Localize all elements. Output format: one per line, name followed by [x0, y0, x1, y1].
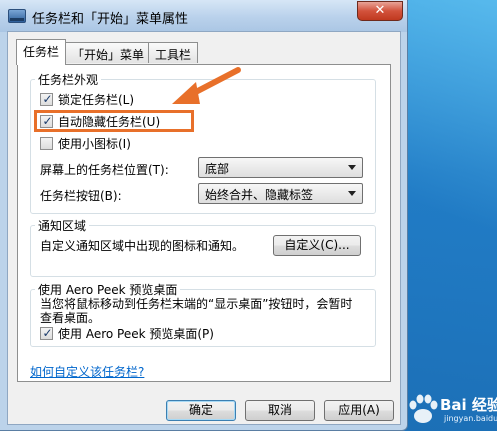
watermark-text: Bai 经验	[440, 396, 497, 414]
baidu-watermark: Bai 经验 jingyan.baidu.com	[404, 385, 497, 431]
watermark-subtext: jingyan.baidu.com	[444, 414, 497, 423]
annotation-arrow-icon	[172, 67, 241, 104]
tab-taskbar[interactable]: 任务栏	[16, 39, 67, 65]
baidu-paw-icon	[409, 394, 438, 423]
